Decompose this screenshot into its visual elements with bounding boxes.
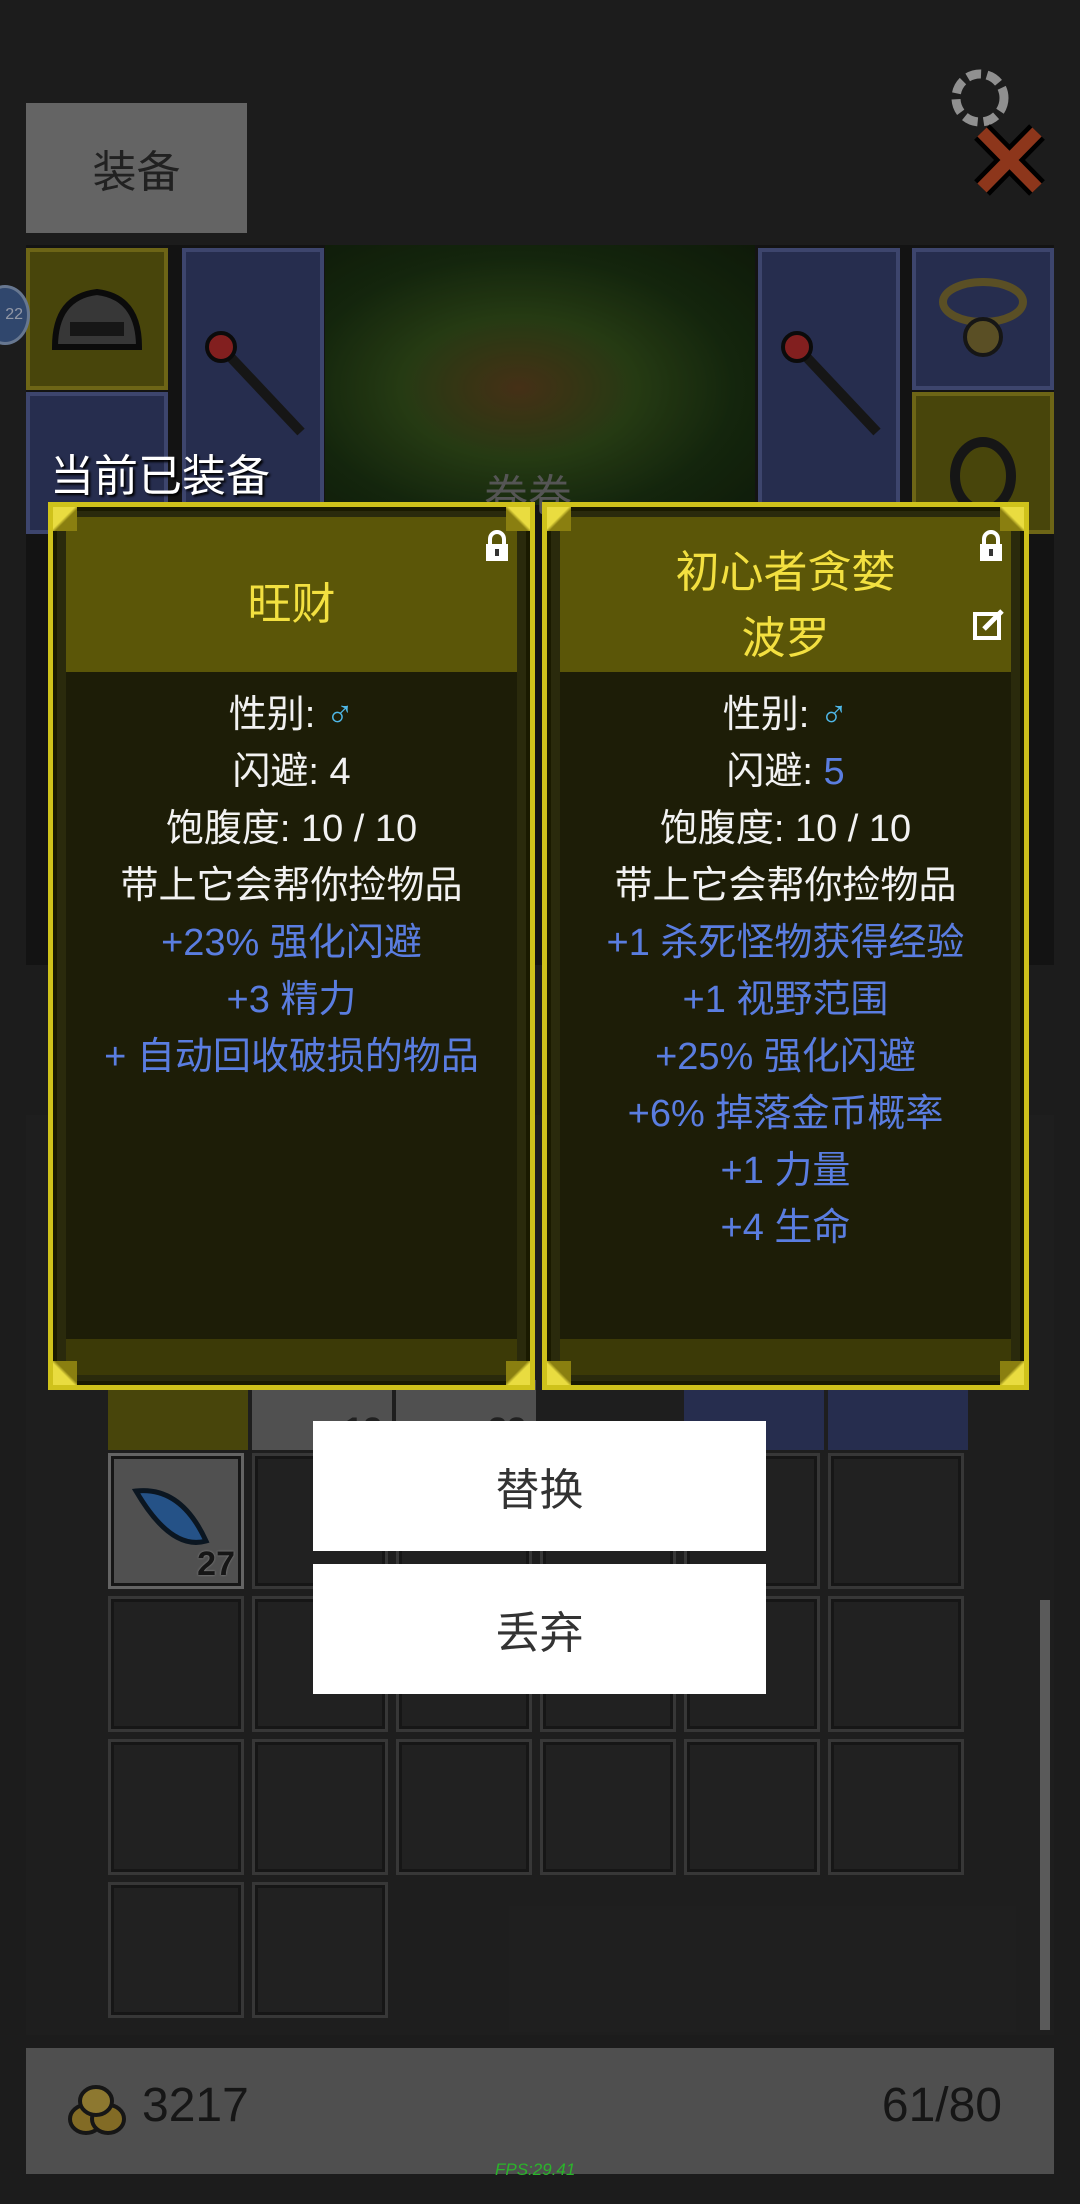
corner-ornament [547, 507, 571, 531]
card-footer [66, 1339, 517, 1375]
stat-bonus: +4 生命 [720, 1207, 851, 1249]
corner-ornament [53, 1361, 77, 1385]
card-footer [560, 1339, 1011, 1375]
corner-ornament [506, 507, 530, 531]
item-title: 旺财 [247, 580, 336, 629]
stat-bonus: +25% 强化闪避 [655, 1036, 916, 1078]
equipped-label: 当前已装备 [50, 452, 270, 501]
discard-button[interactable]: 丢弃 [313, 1564, 766, 1694]
lock-icon[interactable] [482, 529, 512, 563]
corner-ornament [1000, 507, 1024, 531]
stat-dodge: 闪避: 4 [232, 751, 351, 793]
stat-bonus: +6% 掉落金币概率 [627, 1093, 944, 1135]
stat-pickup: 带上它会帮你捡物品 [614, 865, 957, 907]
stat-satiety: 饱腹度: 10 / 10 [659, 808, 912, 850]
stat-bonus: +3 精力 [226, 979, 357, 1021]
equipped-item-card: 旺财 性别: ♂ 闪避: 4 饱腹度: 10 / 10 带上它会帮你捡物品 +2… [48, 502, 535, 1390]
item-stats: 性别: ♂ 闪避: 4 饱腹度: 10 / 10 带上它会帮你捡物品 +23% … [53, 687, 530, 1086]
corner-ornament [1000, 1361, 1024, 1385]
stat-bonus: +1 力量 [720, 1150, 851, 1192]
stat-satiety: 饱腹度: 10 / 10 [165, 808, 418, 850]
item-title-line1: 初心者贪婪 [675, 548, 896, 597]
stat-bonus: +1 视野范围 [682, 979, 889, 1021]
stat-bonus: + 自动回收破损的物品 [104, 1036, 479, 1078]
corner-ornament [53, 507, 77, 531]
replace-button[interactable]: 替换 [313, 1421, 766, 1551]
stat-pickup: 带上它会帮你捡物品 [120, 865, 463, 907]
corner-ornament [506, 1361, 530, 1385]
new-item-card: 初心者贪婪 波罗 性别: ♂ 闪避: 5 饱腹度: 10 / 10 带上它会帮你… [542, 502, 1029, 1390]
corner-ornament [547, 1361, 571, 1385]
stat-bonus: +23% 强化闪避 [161, 922, 422, 964]
item-title-line2: 波罗 [741, 614, 830, 663]
stat-gender: 性别: ♂ [228, 694, 355, 736]
item-stats: 性别: ♂ 闪避: 5 饱腹度: 10 / 10 带上它会帮你捡物品 +1 杀死… [547, 687, 1024, 1257]
stat-bonus: +1 杀死怪物获得经验 [606, 922, 965, 964]
fps-counter: FPS:29.41 [495, 2160, 576, 2179]
stat-dodge: 闪避: 5 [726, 751, 845, 793]
stat-gender: 性别: ♂ [722, 694, 849, 736]
